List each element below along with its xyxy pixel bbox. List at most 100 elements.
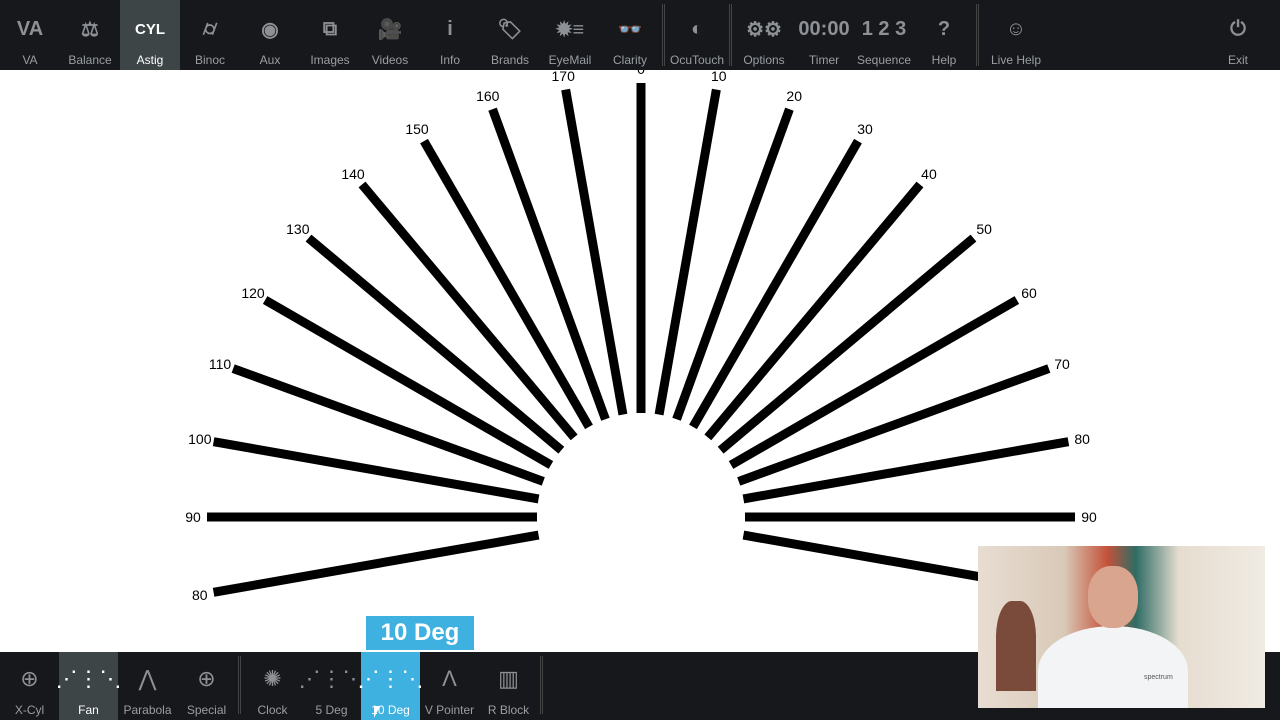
toolbar-binoc-button[interactable]: ⌭ Binoc — [180, 0, 240, 70]
chart-label: Clock — [257, 703, 288, 717]
fan-label-left-4: 130 — [286, 221, 310, 237]
toolbar-timer-button[interactable]: 00:00 Timer — [794, 0, 854, 70]
fan-line-right-1 — [654, 88, 721, 416]
fan-label-left-5: 120 — [241, 285, 265, 301]
chart-fan-button[interactable]: ⋰⋮⋱ Fan — [56, 652, 122, 720]
toolbar-exit-button[interactable]: ⏻ Exit — [1208, 0, 1268, 70]
binoc-icon: ⌭ — [202, 17, 218, 40]
fan-label-left-9: 80 — [192, 587, 208, 603]
toolbar-separator — [540, 656, 543, 714]
toolbar-live-help-button[interactable]: ☺ Live Help — [981, 0, 1051, 70]
toolbar-info-button[interactable]: i Info — [420, 0, 480, 70]
aux-icon: ◉ — [261, 18, 279, 41]
fan-label-left-0: 170 — [552, 68, 576, 84]
fan-line-left-1 — [488, 107, 610, 421]
fan-label-right-6: 60 — [1021, 285, 1037, 301]
fan-label-right-1: 10 — [711, 68, 727, 84]
fan-line-right-7 — [737, 364, 1051, 486]
background-person — [996, 601, 1036, 691]
toolbar-label: Help — [931, 53, 957, 67]
chart-label: Special — [186, 703, 227, 717]
toolbar-separator — [662, 4, 665, 66]
presenter-video-overlay: spectrum — [978, 546, 1265, 708]
brands-icon: 🏷 — [497, 18, 523, 41]
shirt-logo: spectrum — [1144, 674, 1173, 681]
toolbar-label: Balance — [68, 53, 112, 67]
fan-label-right-8: 80 — [1074, 431, 1090, 447]
exit-icon: ⏻ — [1230, 17, 1246, 40]
chart-r-block-button[interactable]: ▥ R Block — [479, 652, 538, 720]
fan-line-left-6 — [231, 364, 545, 486]
toolbar-label: Aux — [259, 53, 281, 67]
toolbar-help-button[interactable]: ? Help — [914, 0, 974, 70]
chart-label: Fan — [78, 703, 99, 717]
toolbar-ocutouch-button[interactable]: ◐ OcuTouch — [667, 0, 727, 70]
toolbar-astig-button[interactable]: CYL Astig — [120, 0, 180, 70]
fan-label-right-3: 30 — [857, 121, 873, 137]
toolbar-va-button[interactable]: VA VA — [0, 0, 60, 70]
timer-icon: 00:00 — [798, 17, 850, 40]
chart-clock-button[interactable]: ✺ Clock — [243, 652, 302, 720]
parabola-icon: ⋀ — [138, 666, 157, 691]
toolbar-label: Options — [743, 53, 785, 67]
fan-label-left-6: 110 — [209, 356, 232, 372]
toolbar-sequence-button[interactable]: 1 2 3 Sequence — [854, 0, 914, 70]
toolbar-images-button[interactable]: ⧉ Images — [300, 0, 360, 70]
mouse-cursor — [374, 706, 380, 718]
fan-label-right-4: 40 — [921, 166, 937, 182]
fan-line-right-8 — [742, 437, 1070, 504]
toolbar-label: Exit — [1227, 53, 1248, 67]
chart-special-button[interactable]: ⊕ Special — [177, 652, 236, 720]
x-cyl-icon: ⊕ — [20, 666, 39, 691]
toolbar-label: Live Help — [990, 53, 1042, 67]
sequence-icon: 1 2 3 — [861, 17, 907, 40]
toolbar-balance-button[interactable]: ⚖ Balance — [60, 0, 120, 70]
toolbar-label: Brands — [490, 53, 530, 67]
toolbar-clarity-button[interactable]: 👓 Clarity — [600, 0, 660, 70]
toolbar-eyemail-button[interactable]: ✹≡ EyeMail — [540, 0, 600, 70]
fan-label-right-5: 50 — [976, 221, 992, 237]
toolbar-videos-button[interactable]: 🎥 Videos — [360, 0, 420, 70]
chart-label: Parabola — [123, 703, 172, 717]
chart-label: X-Cyl — [14, 703, 45, 717]
fan-label-left-3: 140 — [341, 166, 365, 182]
fan-line-left-7 — [212, 437, 540, 504]
special-icon: ⊕ — [197, 666, 216, 691]
toolbar-aux-button[interactable]: ◉ Aux — [240, 0, 300, 70]
toolbar-label: Videos — [371, 53, 409, 67]
chart-label: R Block — [487, 703, 530, 717]
selected-chart-tooltip: 10 Deg — [366, 616, 474, 650]
fan-line-left-0 — [561, 88, 628, 416]
toolbar-separator — [238, 656, 241, 714]
fan-label-left-1: 160 — [476, 88, 500, 104]
chart-v-pointer-button[interactable]: Λ V Pointer — [420, 652, 479, 720]
r-block-icon: ▥ — [498, 666, 519, 691]
presenter-head — [1088, 566, 1138, 628]
toolbar-brands-button[interactable]: 🏷 Brands — [480, 0, 540, 70]
toolbar-label: Info — [439, 53, 460, 67]
help-icon: ? — [937, 17, 951, 40]
balance-icon: ⚖ — [81, 18, 99, 41]
chart-10-deg-button[interactable]: ⋰⋮⋱ 10 Deg — [358, 652, 424, 720]
chart-x-cyl-button[interactable]: ⊕ X-Cyl — [0, 652, 59, 720]
clarity-icon: 👓 — [617, 18, 643, 41]
fan-line-left-9 — [212, 530, 540, 597]
top-toolbar: VA VA ⚖ Balance CYL Astig ⌭ Binoc ◉ Aux ⧉ Images 🎥 Vi… — [0, 0, 1280, 70]
clock-icon: ✺ — [263, 666, 282, 691]
chart-parabola-button[interactable]: ⋀ Parabola — [118, 652, 177, 720]
chart-label: V Pointer — [424, 703, 475, 717]
chart-5-deg-button[interactable]: ⋰⋮⋱ 5 Deg — [299, 652, 365, 720]
toolbar-label: EyeMail — [548, 53, 592, 67]
chart-label: 5 Deg — [315, 703, 348, 717]
va-icon: VA — [16, 17, 44, 40]
fan-label-right-2: 20 — [786, 88, 802, 104]
eyemail-icon: ✹≡ — [555, 18, 585, 41]
options-icon: ⚙⚙ — [746, 18, 782, 41]
5-deg-icon: ⋰⋮⋱ — [298, 666, 365, 691]
presenter-body — [1038, 626, 1188, 708]
live-help-icon: ☺ — [1005, 17, 1027, 40]
videos-icon: 🎥 — [377, 18, 403, 41]
fan-label-left-2: 150 — [405, 121, 429, 137]
toolbar-label: Sequence — [856, 53, 912, 67]
toolbar-options-button[interactable]: ⚙⚙ Options — [734, 0, 794, 70]
